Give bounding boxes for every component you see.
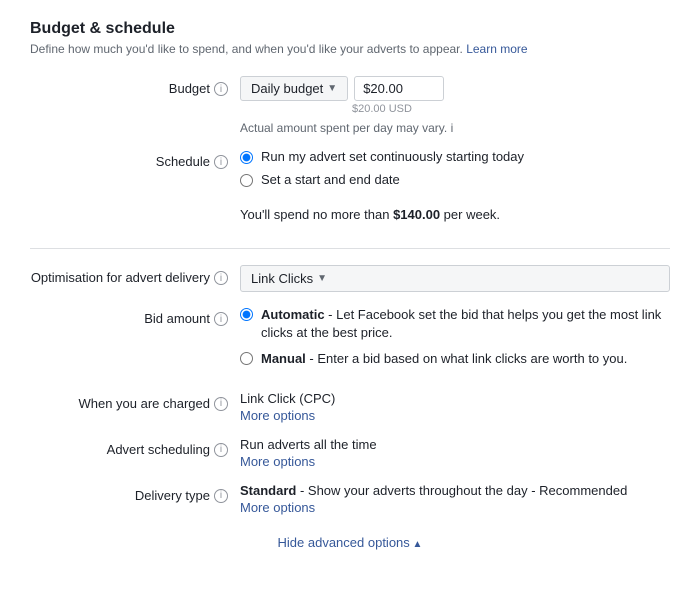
bid-automatic-option[interactable]: Automatic - Let Facebook set the bid tha… [240, 306, 670, 342]
budget-label: Budget i [30, 76, 240, 96]
budget-type-dropdown[interactable]: Daily budget ▼ [240, 76, 348, 101]
schedule-option1[interactable]: Run my advert set continuously starting … [240, 149, 670, 164]
optimisation-content: Link Clicks ▼ [240, 265, 670, 292]
bid-radio-manual[interactable] [240, 352, 253, 365]
schedule-option1-label: Run my advert set continuously starting … [261, 149, 524, 164]
section-description: Define how much you'd like to spend, and… [30, 42, 670, 56]
budget-content: Daily budget ▼ $20.00 USD Actual amount … [240, 76, 670, 135]
when-charged-row: When you are charged i Link Click (CPC) … [30, 391, 670, 423]
bid-radio-automatic[interactable] [240, 308, 253, 321]
budget-usd-label: $20.00 USD [352, 103, 670, 115]
chevron-down-icon: ▼ [317, 273, 327, 284]
schedule-radio1[interactable] [240, 151, 253, 164]
budget-note-info-icon[interactable]: i [451, 121, 454, 135]
bid-amount-label: Bid amount i [30, 306, 240, 326]
advert-scheduling-more-options[interactable]: More options [240, 454, 670, 469]
advert-scheduling-label: Advert scheduling i [30, 437, 240, 457]
optimisation-dropdown[interactable]: Link Clicks ▼ [240, 265, 670, 292]
delivery-type-row: Delivery type i Standard - Show your adv… [30, 483, 670, 515]
chevron-down-icon: ▼ [327, 83, 337, 94]
schedule-option2[interactable]: Set a start and end date [240, 172, 670, 187]
optimisation-info-icon[interactable]: i [214, 271, 228, 285]
delivery-type-info-icon[interactable]: i [214, 489, 228, 503]
when-charged-content: Link Click (CPC) More options [240, 391, 670, 423]
delivery-type-value: Standard - Show your adverts throughout … [240, 483, 670, 498]
schedule-label: Schedule i [30, 149, 240, 169]
bid-amount-row: Bid amount i Automatic - Let Facebook se… [30, 306, 670, 377]
section-divider [30, 248, 670, 249]
schedule-info-icon[interactable]: i [214, 155, 228, 169]
advert-scheduling-row: Advert scheduling i Run adverts all the … [30, 437, 670, 469]
optimisation-row: Optimisation for advert delivery i Link … [30, 265, 670, 292]
advert-scheduling-content: Run adverts all the time More options [240, 437, 670, 469]
when-charged-value: Link Click (CPC) [240, 391, 670, 406]
delivery-type-label: Delivery type i [30, 483, 240, 503]
bid-amount-content: Automatic - Let Facebook set the bid tha… [240, 306, 670, 377]
budget-amount-input[interactable] [354, 76, 444, 101]
section-title: Budget & schedule [30, 20, 670, 38]
schedule-row: Schedule i Run my advert set continuousl… [30, 149, 670, 232]
schedule-option2-label: Set a start and end date [261, 172, 400, 187]
delivery-type-more-options[interactable]: More options [240, 500, 670, 515]
when-charged-more-options[interactable]: More options [240, 408, 670, 423]
bid-manual-option[interactable]: Manual - Enter a bid based on what link … [240, 350, 670, 368]
optimisation-label: Optimisation for advert delivery i [30, 265, 240, 285]
when-charged-info-icon[interactable]: i [214, 397, 228, 411]
advert-scheduling-info-icon[interactable]: i [214, 443, 228, 457]
bid-manual-label: Manual - Enter a bid based on what link … [261, 350, 627, 368]
budget-info-icon[interactable]: i [214, 82, 228, 96]
delivery-type-content: Standard - Show your adverts throughout … [240, 483, 670, 515]
schedule-radio2[interactable] [240, 174, 253, 187]
budget-vary-note: Actual amount spent per day may vary. i [240, 121, 670, 135]
hide-advanced-section: Hide advanced options [30, 535, 670, 560]
budget-row: Budget i Daily budget ▼ $20.00 USD Actua… [30, 76, 670, 135]
advert-scheduling-value: Run adverts all the time [240, 437, 670, 452]
hide-advanced-link[interactable]: Hide advanced options [278, 535, 423, 550]
spend-note: You'll spend no more than $140.00 per we… [240, 197, 670, 232]
bid-automatic-label: Automatic - Let Facebook set the bid tha… [261, 306, 670, 342]
schedule-content: Run my advert set continuously starting … [240, 149, 670, 232]
bid-info-icon[interactable]: i [214, 312, 228, 326]
learn-more-link[interactable]: Learn more [466, 42, 527, 56]
when-charged-label: When you are charged i [30, 391, 240, 411]
